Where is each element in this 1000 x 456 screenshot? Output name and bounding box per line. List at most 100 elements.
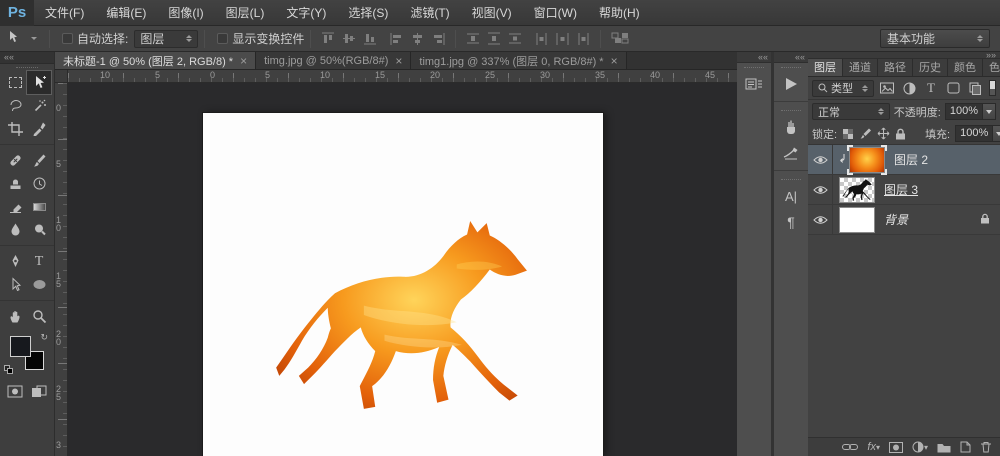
toolbar-collapse-strip[interactable]: «« bbox=[0, 52, 54, 64]
dodge-tool[interactable] bbox=[27, 218, 51, 241]
menu-image[interactable]: 图像(I) bbox=[157, 0, 214, 26]
menu-layer[interactable]: 图层(L) bbox=[215, 0, 276, 26]
fill-dropdown-icon[interactable] bbox=[993, 125, 1000, 142]
blur-tool[interactable] bbox=[3, 218, 27, 241]
auto-align-layers-button[interactable] bbox=[609, 31, 631, 47]
vertical-ruler[interactable]: 0 5 10 15 20 25 3 bbox=[55, 83, 68, 456]
menu-filter[interactable]: 滤镜(T) bbox=[399, 0, 460, 26]
magic-wand-tool[interactable] bbox=[27, 94, 51, 117]
align-left-edges-button[interactable] bbox=[388, 31, 405, 47]
move-tool[interactable] bbox=[27, 71, 51, 94]
layer-thumbnail-background[interactable] bbox=[839, 207, 875, 233]
tab-history[interactable]: 历史 bbox=[913, 59, 948, 76]
gradient-tool[interactable] bbox=[27, 195, 51, 218]
menu-select[interactable]: 选择(S) bbox=[337, 0, 399, 26]
close-tab-icon[interactable]: × bbox=[240, 56, 247, 66]
brush-presets-panel-icon[interactable] bbox=[776, 140, 806, 166]
layer-row-layer3[interactable]: 图层 3 bbox=[808, 175, 1000, 205]
show-transform-checkbox[interactable] bbox=[217, 33, 228, 44]
filter-smart-objects-icon[interactable] bbox=[966, 80, 984, 96]
dock-collapse-strip[interactable]: «« bbox=[737, 52, 771, 63]
distribute-bottom-edges-button[interactable] bbox=[506, 31, 523, 47]
add-layer-mask-button[interactable] bbox=[889, 442, 903, 453]
clone-stamp-tool[interactable] bbox=[3, 172, 27, 195]
quick-mask-mode-button[interactable] bbox=[3, 380, 27, 403]
horizontal-ruler[interactable]: 10 5 0 5 10 15 20 25 30 35 40 45 bbox=[68, 70, 737, 83]
layer-name[interactable]: 背景 bbox=[884, 211, 908, 228]
document-tab-timg1[interactable]: timg1.jpg @ 337% (图层 0, RGB/8#) * × bbox=[411, 52, 626, 69]
visibility-toggle[interactable] bbox=[808, 205, 833, 235]
shape-tool[interactable] bbox=[27, 273, 51, 296]
delete-layer-button[interactable] bbox=[980, 441, 992, 453]
layer-thumbnail-horse[interactable] bbox=[839, 177, 875, 203]
distribute-vertical-centers-button[interactable] bbox=[485, 31, 502, 47]
brush-panel-icon[interactable] bbox=[776, 114, 806, 140]
tab-swatches[interactable]: 色板 bbox=[983, 59, 1000, 76]
toolbar-grip[interactable] bbox=[0, 64, 54, 71]
align-right-edges-button[interactable] bbox=[430, 31, 447, 47]
layer-row-layer2[interactable]: 图层 2 bbox=[808, 145, 1000, 175]
close-tab-icon[interactable]: × bbox=[611, 56, 618, 66]
menu-view[interactable]: 视图(V) bbox=[461, 0, 523, 26]
filter-type-layers-icon[interactable]: T bbox=[922, 80, 940, 96]
tab-layers[interactable]: 图层 bbox=[808, 59, 843, 76]
lock-image-pixels-icon[interactable] bbox=[859, 126, 872, 141]
type-tool[interactable]: T bbox=[27, 250, 51, 273]
filter-on-off-toggle[interactable] bbox=[989, 80, 996, 96]
filter-adjustment-layers-icon[interactable] bbox=[900, 80, 918, 96]
opacity-dropdown-icon[interactable] bbox=[983, 103, 996, 120]
menu-edit[interactable]: 编辑(E) bbox=[95, 0, 157, 26]
auto-select-target-dropdown[interactable]: 图层 bbox=[134, 30, 198, 48]
layer-thumbnail-fire[interactable] bbox=[849, 147, 885, 173]
paragraph-panel-icon[interactable]: ¶ bbox=[776, 209, 806, 235]
ruler-origin-corner[interactable] bbox=[55, 70, 68, 83]
auto-select-checkbox[interactable] bbox=[62, 33, 73, 44]
link-layers-button[interactable] bbox=[842, 443, 858, 451]
visibility-toggle[interactable] bbox=[808, 145, 833, 175]
tab-color[interactable]: 颜色 bbox=[948, 59, 983, 76]
new-layer-button[interactable] bbox=[960, 441, 971, 453]
close-tab-icon[interactable]: × bbox=[395, 56, 402, 66]
fill-field[interactable]: 100% bbox=[955, 125, 1000, 142]
menu-file[interactable]: 文件(F) bbox=[34, 0, 95, 26]
lock-position-icon[interactable] bbox=[877, 126, 890, 141]
history-brush-tool[interactable] bbox=[27, 172, 51, 195]
lasso-tool[interactable] bbox=[3, 94, 27, 117]
align-horizontal-centers-button[interactable] bbox=[409, 31, 426, 47]
default-colors-icon[interactable] bbox=[4, 365, 14, 374]
hand-tool[interactable] bbox=[3, 305, 27, 328]
layer-style-button[interactable]: fx▾ bbox=[867, 441, 880, 453]
menu-help[interactable]: 帮助(H) bbox=[588, 0, 651, 26]
panel-expand-strip[interactable]: »» bbox=[808, 52, 1000, 59]
visibility-toggle[interactable] bbox=[808, 175, 833, 205]
workspace-switcher-button[interactable]: 基本功能 bbox=[880, 29, 990, 48]
filter-pixel-layers-icon[interactable] bbox=[878, 80, 896, 96]
blend-mode-dropdown[interactable]: 正常 bbox=[812, 103, 890, 120]
current-tool-button[interactable] bbox=[0, 30, 43, 47]
rectangular-marquee-tool[interactable] bbox=[3, 71, 27, 94]
dock-collapse-strip[interactable]: «« bbox=[774, 52, 808, 63]
distribute-top-edges-button[interactable] bbox=[464, 31, 481, 47]
character-panel-icon[interactable]: A| bbox=[776, 183, 806, 209]
menu-window[interactable]: 窗口(W) bbox=[523, 0, 588, 26]
crop-tool[interactable] bbox=[3, 117, 27, 140]
canvas[interactable] bbox=[203, 113, 603, 456]
distribute-horizontal-centers-button[interactable] bbox=[554, 31, 571, 47]
layer-row-background[interactable]: 背景 bbox=[808, 205, 1000, 235]
foreground-color-swatch[interactable] bbox=[10, 336, 31, 357]
screen-mode-button[interactable] bbox=[27, 380, 51, 403]
layer-name[interactable]: 图层 3 bbox=[884, 181, 918, 198]
history-panel-icon[interactable] bbox=[739, 71, 769, 97]
document-tab-untitled1[interactable]: 未标题-1 @ 50% (图层 2, RGB/8) * × bbox=[55, 52, 256, 69]
tab-channels[interactable]: 通道 bbox=[843, 59, 878, 76]
brush-tool[interactable] bbox=[27, 149, 51, 172]
swap-colors-icon[interactable]: ↻ bbox=[40, 332, 48, 343]
layer-name[interactable]: 图层 2 bbox=[894, 151, 928, 168]
spot-healing-brush-tool[interactable] bbox=[3, 149, 27, 172]
zoom-tool[interactable] bbox=[27, 305, 51, 328]
distribute-right-edges-button[interactable] bbox=[575, 31, 592, 47]
tab-paths[interactable]: 路径 bbox=[878, 59, 913, 76]
actions-panel-icon[interactable] bbox=[776, 71, 806, 97]
eyedropper-tool[interactable] bbox=[27, 117, 51, 140]
lock-transparent-pixels-icon[interactable] bbox=[842, 126, 854, 141]
